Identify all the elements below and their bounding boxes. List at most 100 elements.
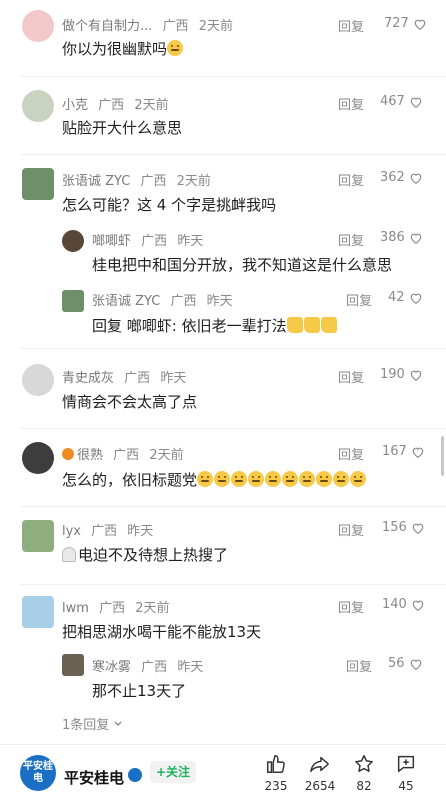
neutral-face-emoji-icon <box>333 471 350 487</box>
heart-icon <box>410 370 422 381</box>
like-button[interactable]: 56 <box>388 656 423 671</box>
account-logo[interactable]: 平安桂电 <box>20 755 56 791</box>
reply-button[interactable]: 回复 <box>338 520 364 539</box>
like-button[interactable]: 42 <box>388 290 423 305</box>
comment-author[interactable]: 很熟 <box>77 448 103 463</box>
account-name[interactable]: 平安桂电 <box>64 767 124 788</box>
reply-text: 回复 啷唧虾: 依旧老一辈打法 <box>92 317 287 335</box>
reply-region: 广西 <box>170 294 197 309</box>
reply-button[interactable]: 回复 <box>338 597 364 616</box>
thumbs-up-emoji-icon <box>286 317 303 333</box>
like-count: 362 <box>380 170 405 185</box>
reply-button[interactable]: 回复 <box>338 94 364 113</box>
reply-button[interactable]: 回复 <box>346 656 372 675</box>
neutral-face-emoji-icon <box>350 471 367 487</box>
reply-button[interactable]: 回复 <box>338 367 364 386</box>
avatar[interactable] <box>22 168 54 200</box>
comment-text: 怎么可能？这 4 个字是挑衅我吗 <box>62 196 277 214</box>
thumbs-up-icon <box>267 755 285 773</box>
comment-text: 你以为很幽默吗 <box>62 40 168 58</box>
divider <box>20 76 446 77</box>
like-count: 727 <box>384 16 409 31</box>
reply-time: 昨天 <box>206 294 233 309</box>
comment-region: 广西 <box>124 371 151 386</box>
like-button[interactable]: 362 <box>380 170 423 185</box>
heart-icon <box>410 233 422 244</box>
neutral-face-emoji-icon <box>316 471 333 487</box>
divider <box>20 428 446 429</box>
like-count: 42 <box>388 290 405 305</box>
comment-time: 昨天 <box>127 524 154 539</box>
thumbs-up-emoji-icon <box>303 317 320 333</box>
neutral-face-emoji-icon <box>214 471 231 487</box>
reply-author[interactable]: 啷唧虾 <box>92 234 131 249</box>
avatar[interactable] <box>22 596 54 628</box>
favorite-action[interactable]: 82 <box>340 753 388 793</box>
comment-author[interactable]: 小克 <box>62 98 88 113</box>
neutral-face-emoji-icon <box>265 471 282 487</box>
star-icon <box>355 755 373 772</box>
comment-author[interactable]: 做个有自制力... <box>62 19 152 34</box>
comment-time: 2天前 <box>134 98 169 113</box>
chevron-down-icon <box>114 721 122 726</box>
avatar[interactable] <box>62 290 84 312</box>
like-count: 156 <box>382 520 407 535</box>
scrollbar[interactable] <box>441 436 444 476</box>
reply-button[interactable]: 回复 <box>338 170 364 189</box>
comment-time: 昨天 <box>160 371 187 386</box>
reply-region: 广西 <box>141 660 168 675</box>
avatar[interactable] <box>22 10 54 42</box>
ghost-emoji-icon <box>62 547 76 562</box>
reply-button[interactable]: 回复 <box>338 444 364 463</box>
like-count: 190 <box>380 367 405 382</box>
neutral-face-emoji-icon <box>197 471 214 487</box>
reply-author[interactable]: 寒冰雾 <box>92 660 131 675</box>
share-action[interactable]: 2654 <box>296 753 344 793</box>
avatar[interactable] <box>22 364 54 396</box>
like-button[interactable]: 190 <box>380 367 423 382</box>
reply-button[interactable]: 回复 <box>346 290 372 309</box>
comment-time: 2天前 <box>149 448 184 463</box>
reply-author[interactable]: 张语诚 ZYC <box>92 294 160 309</box>
comment-author[interactable]: lyx <box>62 524 81 539</box>
like-count: 167 <box>382 444 407 459</box>
reply-button[interactable]: 回复 <box>338 16 364 35</box>
reply-button[interactable]: 回复 <box>338 230 364 249</box>
more-replies-label: 1条回复 <box>62 718 110 733</box>
comment-author[interactable]: lwm <box>62 601 89 616</box>
like-action[interactable]: 235 <box>252 753 300 793</box>
comment-text: 情商会不会太高了点 <box>62 393 198 411</box>
like-button[interactable]: 156 <box>382 520 425 535</box>
like-button[interactable]: 467 <box>380 94 423 109</box>
comment-author[interactable]: 青史成灰 <box>62 371 114 386</box>
avatar[interactable] <box>22 90 54 122</box>
comment-action[interactable]: 45 <box>382 753 430 793</box>
like-button[interactable]: 140 <box>382 597 425 612</box>
comment-author[interactable]: 张语诚 ZYC <box>62 174 130 189</box>
heart-icon <box>412 600 424 611</box>
comment-region: 广西 <box>91 524 118 539</box>
follow-button[interactable]: +关注 <box>150 761 196 783</box>
avatar[interactable] <box>22 442 54 474</box>
reply-time: 昨天 <box>177 234 204 249</box>
heart-icon <box>412 523 424 534</box>
neutral-face-emoji-icon <box>231 471 248 487</box>
avatar[interactable] <box>22 520 54 552</box>
expand-replies-button[interactable]: 1条回复 <box>62 714 123 733</box>
like-button[interactable]: 727 <box>384 16 427 31</box>
like-count: 386 <box>380 230 405 245</box>
like-count: 140 <box>382 597 407 612</box>
avatar[interactable] <box>62 654 84 676</box>
divider <box>20 154 446 155</box>
verified-icon <box>128 768 142 782</box>
comment-time: 2天前 <box>135 601 170 616</box>
favorite-count: 82 <box>356 779 372 793</box>
grin-emoji-icon <box>167 40 184 56</box>
heart-icon <box>410 659 421 670</box>
neutral-face-emoji-icon <box>299 471 316 487</box>
like-button[interactable]: 386 <box>380 230 423 245</box>
avatar[interactable] <box>62 230 84 252</box>
thumbs-up-emoji-icon <box>320 317 337 333</box>
heart-icon <box>412 447 424 458</box>
like-button[interactable]: 167 <box>382 444 425 459</box>
